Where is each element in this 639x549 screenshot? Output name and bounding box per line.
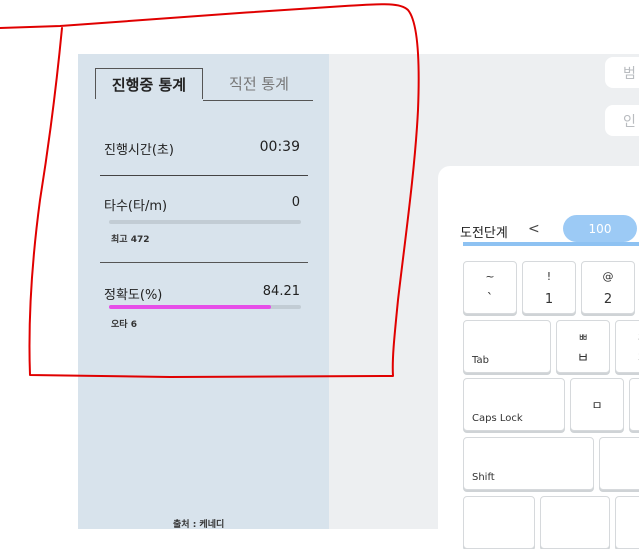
typing-app: 진행중 통계 직전 통계 진행시간(초) 00:39 타수(타/m) 0 최고 … <box>0 0 639 549</box>
key-bottom-char: 1 <box>544 292 554 307</box>
keyboard-card: 도전단계 < 100 ~ ` ! 1 @ 2 Tab ㅃ ㅂ Caps Lock… <box>438 166 639 549</box>
best-speed-label: 최고 472 <box>111 235 150 245</box>
key-top-char: ~ <box>485 270 495 283</box>
stats-tabs: 진행중 통계 직전 통계 <box>94 68 313 102</box>
key-char: ㅁ <box>591 398 603 412</box>
key-2[interactable]: @ 2 <box>581 261 635 314</box>
divider <box>100 175 308 176</box>
key-ctrl[interactable] <box>463 496 535 549</box>
key-label: Caps Lock <box>472 413 523 424</box>
accuracy-bar <box>109 305 301 309</box>
tab-previous-stats[interactable]: 직전 통계 <box>206 68 312 99</box>
main-area: 범 인 도전단계 < 100 ~ ` ! 1 @ 2 Tab ㅃ ㅂ Caps … <box>329 54 639 549</box>
level-label: 도전단계 <box>460 226 508 241</box>
key-z[interactable]: ㅋ <box>599 437 639 490</box>
key-top-char: ! <box>546 270 552 283</box>
key-label: Tab <box>472 355 489 366</box>
key-space[interactable] <box>615 496 639 549</box>
accuracy-bar-fill <box>109 305 271 309</box>
key-top-char: ㅉ <box>616 329 639 345</box>
key-1[interactable]: ! 1 <box>522 261 576 314</box>
divider <box>100 262 308 263</box>
key-bottom-char: 2 <box>603 292 613 307</box>
key-top-char: @ <box>602 270 614 283</box>
key-tilde[interactable]: ~ ` <box>463 261 517 314</box>
accuracy-value: 84.21 <box>262 284 300 299</box>
side-button-1[interactable]: 범 <box>605 57 639 88</box>
speed-label: 타수(타/m) <box>104 199 168 214</box>
key-top-char: ㅃ <box>577 331 589 344</box>
time-row: 진행시간(초) 00:39 <box>104 139 300 158</box>
source-label: 출처 : 케네디 <box>173 520 225 530</box>
level-prev-button[interactable]: < <box>528 221 540 237</box>
stats-panel: 진행중 통계 직전 통계 진행시간(초) 00:39 타수(타/m) 0 최고 … <box>78 54 329 530</box>
key-bottom-char: ` <box>486 292 494 307</box>
tab-underline <box>203 100 313 101</box>
side-button-2[interactable]: 인 <box>605 105 639 136</box>
speed-row: 타수(타/m) 0 <box>104 195 300 214</box>
time-value: 00:39 <box>259 139 300 155</box>
key-q[interactable]: ㅃ ㅂ <box>556 320 610 373</box>
key-bottom-char: ㅂ <box>577 351 589 366</box>
key-tab[interactable]: Tab <box>463 320 551 373</box>
typo-label: 오타 6 <box>111 320 137 330</box>
key-alt[interactable] <box>540 496 610 549</box>
speed-bar <box>109 220 301 224</box>
key-s[interactable] <box>629 378 639 431</box>
level-underline <box>463 242 639 246</box>
tab-current-stats[interactable]: 진행중 통계 <box>95 68 203 99</box>
key-w[interactable]: ㅉ ㅈ <box>615 320 639 373</box>
level-value-pill[interactable]: 100 <box>563 215 637 242</box>
key-shift[interactable]: Shift <box>463 437 594 490</box>
key-caps-lock[interactable]: Caps Lock <box>463 378 565 431</box>
key-label: Shift <box>472 472 495 483</box>
key-char: ㅋ <box>628 455 639 472</box>
key-a[interactable]: ㅁ <box>570 378 624 431</box>
accuracy-row: 정확도(%) 84.21 <box>104 284 300 303</box>
speed-value: 0 <box>291 195 300 210</box>
key-bottom-char: ㅈ <box>616 347 639 366</box>
accuracy-label: 정확도(%) <box>104 288 163 303</box>
time-label: 진행시간(초) <box>104 143 174 158</box>
